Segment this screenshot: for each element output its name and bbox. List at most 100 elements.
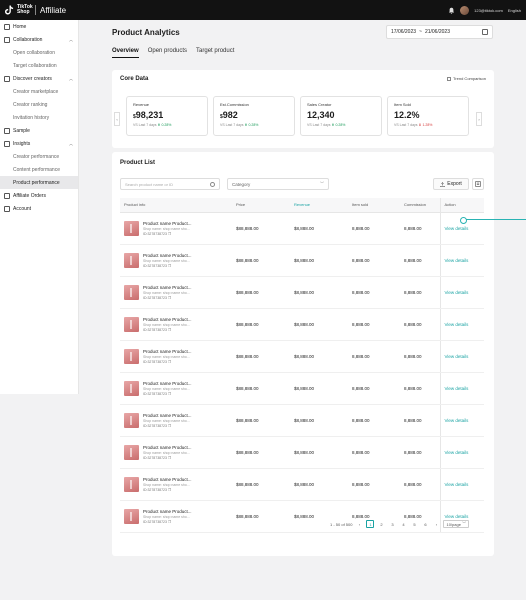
page-1-button[interactable]: 1 [366, 520, 375, 528]
shop-name: Shop name: shop name sho... [143, 482, 190, 487]
copy-icon[interactable]: ❐ [168, 456, 171, 460]
sidebar-item-creator-marketplace[interactable]: Creator marketplace [0, 85, 78, 98]
product-text: Product name Product... Shop name: shop n… [143, 381, 192, 396]
column-header-commission[interactable]: Commission [400, 198, 440, 213]
metric-label: Est.Commission [220, 102, 249, 107]
sidebar-item-home[interactable]: Home [0, 20, 78, 33]
sidebar-item-creator-performance[interactable]: Creator performance [0, 150, 78, 163]
copy-icon[interactable]: ❐ [168, 360, 171, 364]
sidebar-item-target-collaboration[interactable]: Target collaboration [0, 59, 78, 72]
product-thumbnail[interactable] [124, 380, 139, 396]
view-details-link[interactable]: View details [439, 340, 484, 373]
column-header-revenue[interactable]: Revenue [290, 198, 348, 213]
copy-icon[interactable]: ❐ [168, 392, 171, 396]
product-name[interactable]: Product name Product... [143, 413, 192, 418]
bell-icon[interactable] [448, 7, 455, 14]
metric-change: 1.28% [422, 123, 433, 127]
avatar[interactable] [460, 5, 470, 15]
product-name[interactable]: Product name Product... [143, 221, 192, 226]
column-header-product-info[interactable]: Product info [120, 198, 232, 213]
product-name[interactable]: Product name Product... [143, 253, 192, 258]
copy-icon[interactable]: ❐ [168, 424, 171, 428]
view-details-link[interactable]: View details [439, 404, 484, 437]
next-page-button[interactable]: › [432, 520, 440, 528]
tab-open-products[interactable]: Open products [148, 48, 187, 58]
product-name[interactable]: Product name Product... [143, 477, 192, 482]
product-thumbnail[interactable] [124, 348, 139, 364]
sidebar-item-content-performance[interactable]: Content performance [0, 163, 78, 176]
sidebar-item-account[interactable]: Account [0, 202, 78, 215]
product-thumbnail[interactable] [124, 476, 139, 492]
column-header-price[interactable]: Price [232, 198, 290, 213]
product-name[interactable]: Product name Product... [143, 317, 192, 322]
metric-label: Item Sold [394, 102, 411, 107]
settings-button[interactable] [472, 178, 484, 190]
price-cell: $88,888.00 [232, 340, 290, 373]
product-thumbnail[interactable] [124, 284, 139, 300]
metric-card-commission[interactable]: Est.Commission $982 VS Last 7 days ⬆ 0.2… [213, 96, 295, 136]
metric-card-sales-creator[interactable]: Sales Creator 12,340 VS Last 7 days ⬆ 0.… [300, 96, 382, 136]
column-header-action: Action [439, 198, 484, 213]
copy-icon[interactable]: ❐ [168, 232, 171, 236]
prev-page-button[interactable]: ‹ [355, 520, 363, 528]
page-6-button[interactable]: 6 [421, 520, 429, 528]
sidebar-item-sample[interactable]: Sample [0, 124, 78, 137]
sidebar-item-discover-creators[interactable]: Discover creators ︿ [0, 72, 78, 85]
product-name[interactable]: Product name Product... [143, 349, 192, 354]
per-page-select[interactable]: 10/page ﹀ [443, 520, 470, 528]
metric-card-item-sold[interactable]: Item Sold 12.2% VS Last 7 days ⬇ 1.28% [387, 96, 469, 136]
view-details-link[interactable]: View details [439, 276, 484, 309]
sidebar-item-invitation-history[interactable]: Invitation history [0, 111, 78, 124]
metric-vs-label: VS Last 7 days [133, 123, 157, 127]
view-details-link[interactable]: View details [439, 468, 484, 501]
view-details-link[interactable]: View details [439, 308, 484, 341]
sidebar-item-creator-ranking[interactable]: Creator ranking [0, 98, 78, 111]
category-select[interactable]: Category ﹀ [227, 178, 329, 190]
metric-comparison: VS Last 7 days ⬆ 0.28% [307, 123, 375, 127]
view-details-link[interactable]: View details [439, 372, 484, 405]
page-5-button[interactable]: 5 [410, 520, 418, 528]
sidebar-item-open-collaboration[interactable]: Open collaboration [0, 46, 78, 59]
sidebar-item-insights[interactable]: Insights ︿ [0, 137, 78, 150]
product-thumbnail[interactable] [124, 252, 139, 268]
account-email[interactable]: 123@tiktok.com [474, 8, 503, 13]
tab-overview[interactable]: Overview [112, 48, 139, 58]
copy-icon[interactable]: ❐ [168, 488, 171, 492]
carousel-prev-button[interactable]: ‹ [114, 112, 120, 126]
search-input[interactable]: Search product name or ID [120, 178, 220, 190]
view-details-link[interactable]: View details [439, 244, 484, 277]
product-text: Product name Product... Shop name: shop n… [143, 317, 192, 332]
product-name[interactable]: Product name Product... [143, 509, 192, 514]
revenue-cell: $8,888.00 [290, 404, 348, 437]
copy-icon[interactable]: ❐ [168, 264, 171, 268]
product-name[interactable]: Product name Product... [143, 381, 192, 386]
page-2-button[interactable]: 2 [377, 520, 385, 528]
copy-icon[interactable]: ❐ [168, 520, 171, 524]
product-thumbnail[interactable] [124, 316, 139, 332]
metric-card-revenue[interactable]: Revenue $98,231 VS Last 7 days ⬆ 0.28% [126, 96, 208, 136]
copy-icon[interactable]: ❐ [168, 296, 171, 300]
date-range-picker[interactable]: 17/06/2023 ~ 21/06/2023 [386, 25, 493, 39]
language-selector[interactable]: English [508, 8, 521, 13]
product-thumbnail[interactable] [124, 444, 139, 460]
product-id-value: ID:3278738723 [143, 423, 167, 428]
column-header-item-sold[interactable]: Item sold [348, 198, 400, 213]
product-name[interactable]: Product name Product... [143, 445, 192, 450]
page-4-button[interactable]: 4 [399, 520, 407, 528]
page-3-button[interactable]: 3 [388, 520, 396, 528]
copy-icon[interactable]: ❐ [168, 328, 171, 332]
carousel-next-button[interactable]: › [476, 112, 482, 126]
sidebar-item-affiliate-orders[interactable]: Affiliate Orders [0, 189, 78, 202]
sidebar-item-product-performance[interactable]: Product performance [0, 176, 78, 189]
sidebar-item-collaboration[interactable]: Collaboration ︿ [0, 33, 78, 46]
product-thumbnail[interactable] [124, 508, 139, 524]
product-name[interactable]: Product name Product... [143, 285, 192, 290]
export-button[interactable]: Export [433, 178, 469, 190]
trend-comparison-toggle[interactable]: Trend Comparison [447, 76, 486, 81]
tab-target-product[interactable]: Target product [196, 48, 234, 58]
tiktok-shop-logo[interactable]: TikTok Shop [5, 5, 33, 15]
view-details-link[interactable]: View details [439, 436, 484, 469]
product-thumbnail[interactable] [124, 220, 139, 236]
commission-cell: 8,888.00 [400, 212, 440, 245]
product-thumbnail[interactable] [124, 412, 139, 428]
